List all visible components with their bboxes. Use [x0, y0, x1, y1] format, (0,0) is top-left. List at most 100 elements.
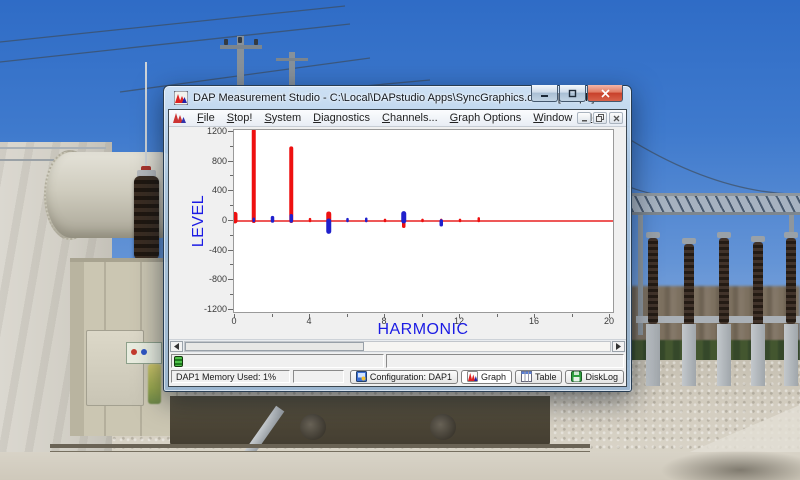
- plot-svg: [232, 128, 613, 234]
- graph-icon: [466, 371, 478, 383]
- steel-stand: [682, 324, 696, 386]
- close-button[interactable]: [587, 85, 623, 102]
- status-bar: DAP1 Memory Used: 1% Configuration: DAP1: [169, 368, 626, 386]
- transformer-wheel: [300, 414, 326, 440]
- bushing-rod: [145, 62, 147, 172]
- minimize-button[interactable]: [531, 85, 558, 102]
- x-tick-mark: [271, 313, 273, 317]
- oil-level-gauge: [148, 364, 161, 404]
- x-tick-mark: [496, 313, 498, 317]
- menu-item-channels[interactable]: Channels...: [376, 111, 444, 125]
- screen: { "window": { "title": "DAP Measurement …: [0, 0, 800, 480]
- graph-view: LEVEL 1200 800 400 0 -400 -800 -1200 0 4 8 12 16 20 …: [169, 126, 626, 340]
- y-tick-mark: [230, 264, 233, 266]
- insulator-column: [751, 236, 765, 328]
- menu-item-stop[interactable]: Stop!: [221, 111, 259, 125]
- insulator-column: [646, 232, 660, 324]
- memory-used-label: DAP1 Memory Used:: [176, 371, 261, 382]
- steel-crossbeam: [636, 316, 800, 323]
- configuration-tab-label: Configuration: DAP1: [369, 371, 452, 382]
- device-status-panel: [171, 354, 384, 368]
- mdi-restore-button[interactable]: [593, 112, 607, 124]
- lattice-gantry: [632, 193, 800, 215]
- mdi-minimize-button[interactable]: [577, 112, 591, 124]
- mdi-close-button[interactable]: [609, 112, 623, 124]
- close-icon: [600, 88, 610, 98]
- menu-item-window[interactable]: Window: [527, 111, 578, 125]
- steel-stand: [751, 324, 765, 386]
- y-tick-mark: [230, 205, 233, 207]
- menu-item-diagnostics[interactable]: Diagnostics: [307, 111, 376, 125]
- memory-progress-panel: [293, 370, 344, 384]
- steel-stand: [646, 324, 660, 386]
- y-tick-label: -800: [208, 274, 227, 285]
- transformer-bushing: [134, 176, 159, 260]
- close-icon: [613, 115, 619, 121]
- table-icon: [520, 371, 532, 383]
- y-tick-mark: [228, 190, 233, 192]
- graph-tab-label: Graph: [480, 371, 506, 382]
- y-tick-mark: [230, 145, 233, 147]
- table-tab[interactable]: Table: [514, 369, 563, 384]
- plot-area: [232, 128, 614, 313]
- y-tick-label: 800: [211, 155, 227, 166]
- y-tick-mark: [228, 130, 233, 132]
- x-tick-mark: [346, 313, 348, 317]
- menu-item-system[interactable]: System: [258, 111, 307, 125]
- maximize-icon: [568, 89, 577, 97]
- y-tick-label: 1200: [206, 126, 227, 136]
- mdi-system-menu-icon[interactable]: [173, 112, 187, 124]
- memory-used-value: 1%: [263, 371, 277, 382]
- empty-status-panel: [386, 354, 624, 368]
- pole-crossarm: [220, 45, 262, 49]
- configuration-icon: [355, 371, 367, 383]
- configuration-tab[interactable]: Configuration: DAP1: [349, 369, 458, 384]
- gauge-blue: [141, 349, 147, 355]
- transformer-wheel: [430, 414, 456, 440]
- scrollbar-track[interactable]: [184, 341, 611, 353]
- menu-item-file[interactable]: File: [191, 111, 221, 125]
- x-tick-mark: [421, 313, 423, 317]
- x-tick-label: 20: [603, 315, 615, 326]
- horizontal-scrollbar: [169, 339, 626, 354]
- menu-bar: File Stop! System Diagnostics Channels..…: [169, 110, 626, 127]
- y-tick-label: -400: [208, 244, 227, 255]
- menu-item-graph-options[interactable]: Graph Options: [444, 111, 528, 125]
- insulator-column: [717, 232, 731, 324]
- memory-used-panel: DAP1 Memory Used: 1%: [171, 370, 291, 384]
- y-tick-mark: [228, 219, 233, 221]
- y-tick-mark: [228, 249, 233, 251]
- x-tick-label: 0: [231, 315, 237, 326]
- y-tick-label: 400: [211, 185, 227, 196]
- x-tick-label: 4: [306, 315, 312, 326]
- y-tick-mark: [228, 308, 233, 310]
- y-tick-mark: [230, 234, 233, 236]
- dap-activity-icon: [174, 355, 183, 367]
- maximize-button[interactable]: [559, 85, 586, 102]
- y-tick-mark: [230, 175, 233, 177]
- status-toolbar: [169, 353, 626, 369]
- gauge-red: [131, 349, 137, 355]
- graph-tab[interactable]: Graph: [460, 369, 512, 384]
- disklog-icon: [571, 371, 583, 383]
- pole-insulator: [224, 39, 228, 45]
- scroll-left-button[interactable]: [170, 341, 183, 353]
- transformer-undercarriage: [170, 396, 550, 448]
- scroll-right-button[interactable]: [612, 341, 625, 353]
- steel-stand: [717, 324, 731, 386]
- arrow-left-icon: [174, 343, 179, 351]
- arrow-right-icon: [616, 343, 621, 351]
- app-window: DAP Measurement Studio - C:\Local\DAPstu…: [163, 85, 632, 392]
- x-tick-label: 16: [528, 315, 540, 326]
- x-tick-mark: [571, 313, 573, 317]
- disklog-tab-label: DiskLog: [585, 371, 618, 382]
- x-axis-title: HARMONIC: [377, 320, 469, 338]
- pole-crossarm: [276, 58, 308, 61]
- y-tick-label: 0: [221, 214, 227, 225]
- titlebar[interactable]: DAP Measurement Studio - C:\Local\DAPstu…: [168, 85, 627, 109]
- scrollbar-thumb[interactable]: [185, 342, 364, 352]
- y-tick-mark: [228, 279, 233, 281]
- disklog-tab[interactable]: DiskLog: [565, 369, 624, 384]
- y-tick-label: -1200: [203, 303, 227, 314]
- minimize-icon: [541, 94, 548, 97]
